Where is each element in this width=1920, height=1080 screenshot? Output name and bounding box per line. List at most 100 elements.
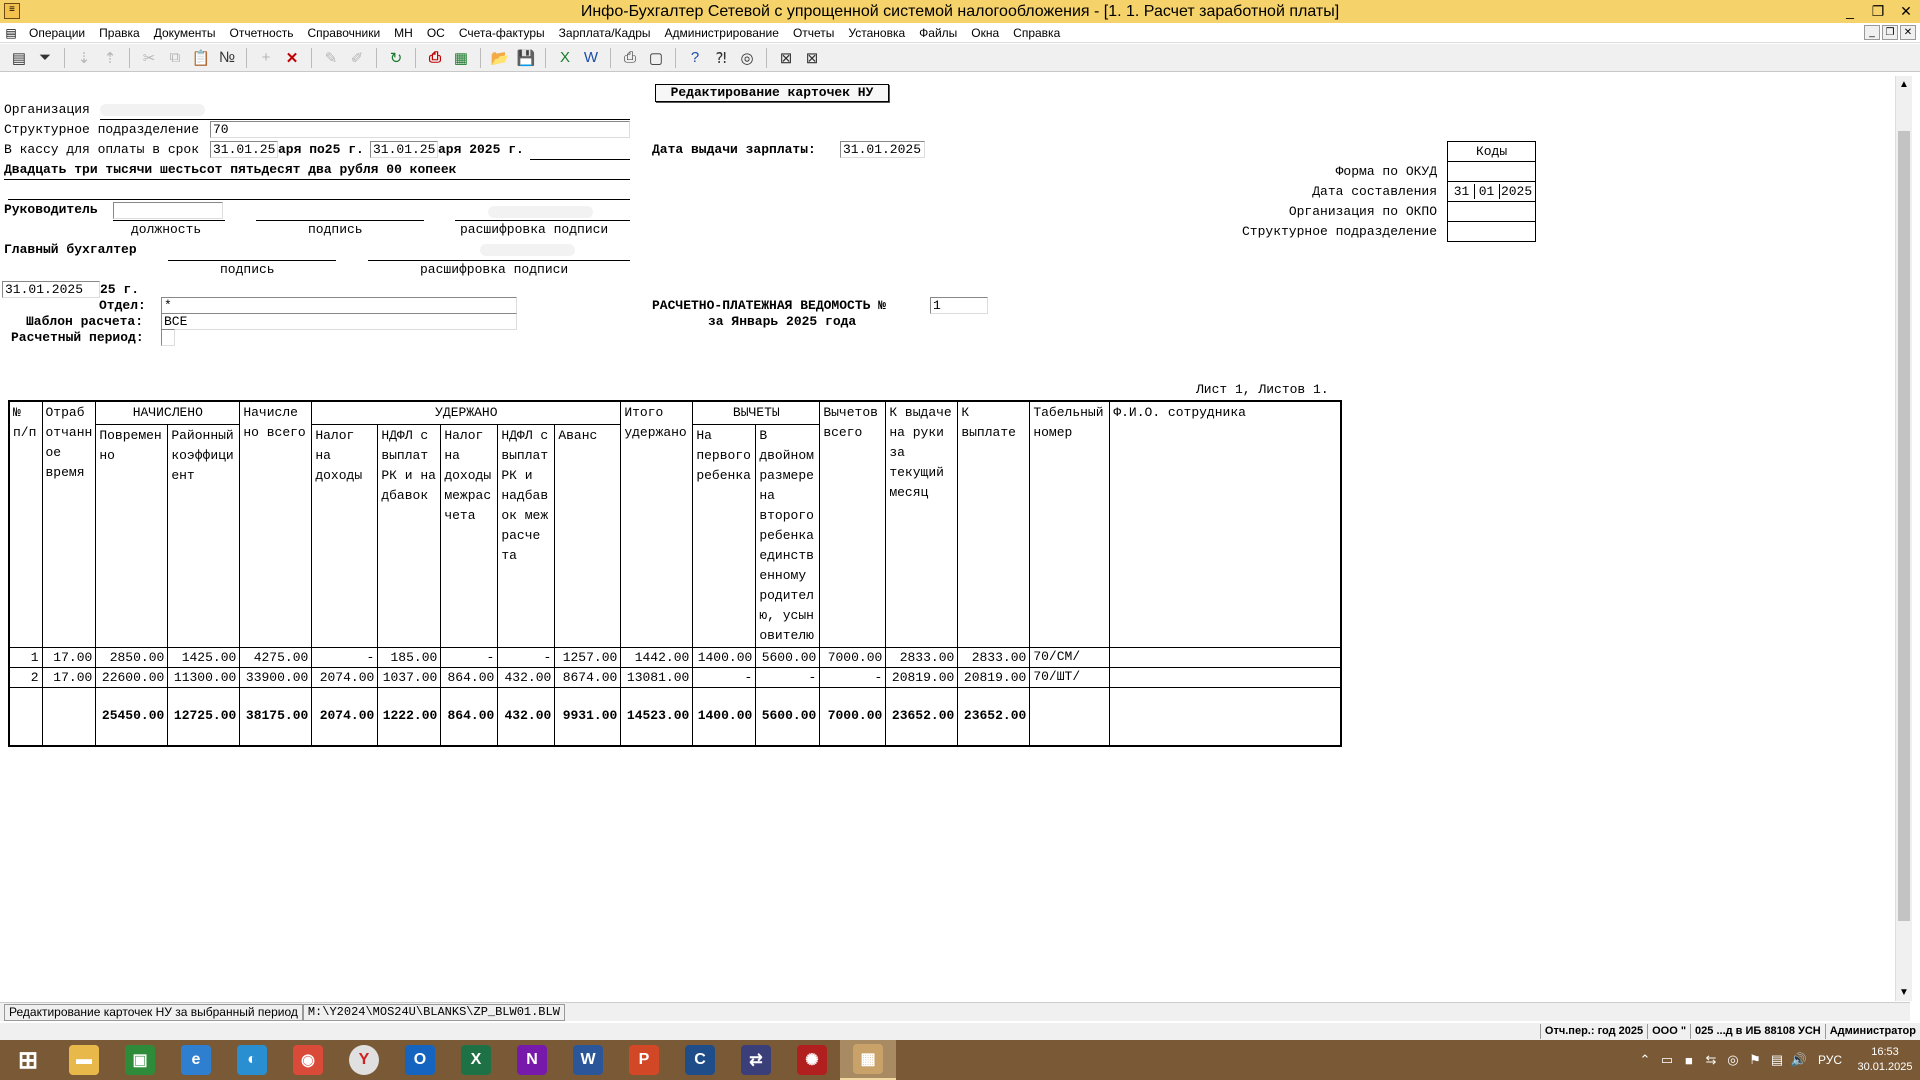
help-icon[interactable]: ?: [682, 46, 708, 70]
windows-start-button[interactable]: ⊞: [0, 1040, 56, 1080]
paste-icon[interactable]: 📋: [188, 46, 214, 70]
doc-restore-icon[interactable]: ❐: [1882, 25, 1898, 40]
delete-icon[interactable]: ✕: [279, 46, 305, 70]
menu-documents[interactable]: Документы: [147, 26, 223, 40]
store-icon: ▣: [125, 1045, 155, 1075]
doc-close-icon[interactable]: ✕: [1900, 25, 1916, 40]
template-field[interactable]: ВСЕ: [161, 313, 517, 330]
powerpoint-button[interactable]: P: [616, 1040, 672, 1080]
copy-icon[interactable]: ⧉: [162, 46, 188, 70]
cut-icon[interactable]: ✂: [136, 46, 162, 70]
sheet-number-field[interactable]: 1: [930, 297, 988, 314]
number-icon[interactable]: №: [214, 46, 240, 70]
menu-help[interactable]: Справка: [1006, 26, 1067, 40]
onenote-button[interactable]: N: [504, 1040, 560, 1080]
cash-from-field[interactable]: 31.01.25: [210, 141, 278, 158]
form-view-icon[interactable]: ▤: [6, 46, 32, 70]
doc-date-field[interactable]: 31.01.2025: [2, 281, 100, 298]
scroll-up-icon[interactable]: ▲: [1896, 76, 1912, 93]
add-icon[interactable]: +: [253, 46, 279, 70]
menu-operations[interactable]: Операции: [22, 26, 92, 40]
period-label: Расчетный период:: [11, 330, 144, 345]
vertical-scrollbar[interactable]: ▲ ▼: [1895, 76, 1912, 1001]
ccleaner-button[interactable]: C: [672, 1040, 728, 1080]
info-accountant-button[interactable]: ▦: [840, 1040, 896, 1080]
sort-asc-icon[interactable]: ⇣: [71, 46, 97, 70]
edit-icon[interactable]: ✎: [318, 46, 344, 70]
menu-payroll[interactable]: Зарплата/Кадры: [552, 26, 658, 40]
dept-field[interactable]: *: [161, 297, 517, 314]
menu-edit[interactable]: Правка: [92, 26, 147, 40]
open-folder-icon[interactable]: 📂: [487, 46, 513, 70]
total-row[interactable]: 25450.00 12725.00 38175.00 2074.00 1222.00 86…: [8, 687, 1342, 746]
menu-windows[interactable]: Окна: [964, 26, 1006, 40]
menu-settings[interactable]: Установка: [841, 26, 912, 40]
flag-icon[interactable]: ⚑: [1744, 1052, 1766, 1068]
file-explorer-button[interactable]: ▬: [56, 1040, 112, 1080]
amount-words: Двадцать три тысячи шестьсот пятьдесят д…: [4, 162, 457, 177]
pdf-icon[interactable]: ⎙: [422, 46, 448, 70]
table-row[interactable]: 1 17.00 2850.00 1425.00 4275.00-185.00- -1257…: [8, 647, 1342, 668]
antivirus-icon: ✺: [797, 1045, 827, 1075]
print-icon[interactable]: ⎙: [617, 46, 643, 70]
edit-all-icon[interactable]: ✐: [344, 46, 370, 70]
outlook-button[interactable]: O: [392, 1040, 448, 1080]
save-icon[interactable]: 💾: [513, 46, 539, 70]
windows-start-icon: ⊞: [13, 1045, 43, 1075]
head-position-field[interactable]: [113, 202, 223, 219]
show-hidden-icons-icon[interactable]: ⌃: [1634, 1052, 1656, 1068]
cash-to-field[interactable]: 31.01.25: [370, 141, 438, 158]
antivirus-button[interactable]: ✺: [784, 1040, 840, 1080]
menu-invoices[interactable]: Счета-фактуры: [452, 26, 552, 40]
volume-icon[interactable]: 🔊: [1788, 1052, 1810, 1068]
yandex-browser-button[interactable]: Y: [336, 1040, 392, 1080]
store-button[interactable]: ▣: [112, 1040, 168, 1080]
header-no: № п/п: [8, 400, 43, 648]
close-all-icon[interactable]: ⊠: [799, 46, 825, 70]
word-app-button[interactable]: W: [560, 1040, 616, 1080]
vpn-button[interactable]: ⇄: [728, 1040, 784, 1080]
refresh-icon[interactable]: ↻: [383, 46, 409, 70]
pay-date-field[interactable]: 31.01.2025: [840, 141, 925, 158]
edge-button[interactable]: ◐: [224, 1040, 280, 1080]
tablet-icon[interactable]: ▭: [1656, 1052, 1678, 1068]
context-help-icon[interactable]: ⁈: [708, 46, 734, 70]
table-row[interactable]: 2 17.00 22600.00 11300.00 33900.00 2074.00 103…: [8, 667, 1342, 688]
codes-header: Коды: [1447, 141, 1537, 162]
scroll-down-icon[interactable]: ▼: [1896, 984, 1912, 1001]
menu-mn[interactable]: МН: [387, 26, 420, 40]
word-icon[interactable]: W: [578, 46, 604, 70]
period-field[interactable]: [161, 329, 175, 346]
network-sync-icon[interactable]: ⇆: [1700, 1052, 1722, 1068]
close-icon[interactable]: ✕: [1892, 0, 1920, 23]
scroll-thumb[interactable]: [1898, 131, 1910, 921]
clock[interactable]: 16:53 30.01.2025: [1850, 1045, 1920, 1075]
menu-files[interactable]: Файлы: [912, 26, 964, 40]
sort-desc-icon[interactable]: ⇡: [97, 46, 123, 70]
close-doc-icon[interactable]: ⊠: [773, 46, 799, 70]
excel-app-button[interactable]: X: [448, 1040, 504, 1080]
doc-minimize-icon[interactable]: _: [1864, 25, 1880, 40]
antivirus-tray-icon[interactable]: ■: [1678, 1053, 1700, 1068]
subdivision-field[interactable]: 70: [210, 121, 630, 138]
preview-icon[interactable]: ▢: [643, 46, 669, 70]
excel-icon[interactable]: X: [552, 46, 578, 70]
document-window-icon[interactable]: ▤: [0, 26, 22, 40]
ledger-icon[interactable]: ≡: [4, 3, 20, 19]
chrome-button[interactable]: ◉: [280, 1040, 336, 1080]
security-icon[interactable]: ◎: [1722, 1052, 1744, 1068]
menu-os[interactable]: ОС: [420, 26, 452, 40]
internet-explorer-button[interactable]: e: [168, 1040, 224, 1080]
language-indicator[interactable]: РУС: [1810, 1053, 1850, 1067]
filter-icon[interactable]: ⏷: [32, 46, 58, 70]
minimize-icon[interactable]: _: [1836, 0, 1864, 23]
calculator-icon[interactable]: ▦: [448, 46, 474, 70]
menu-reports[interactable]: Отчеты: [786, 26, 841, 40]
compass-icon[interactable]: ◎: [734, 46, 760, 70]
menu-reporting[interactable]: Отчетность: [223, 26, 301, 40]
edit-cards-button[interactable]: Редактирование карточек НУ: [655, 84, 889, 102]
menu-administration[interactable]: Администрирование: [658, 26, 786, 40]
input-icon[interactable]: ▤: [1766, 1052, 1788, 1068]
menu-references[interactable]: Справочники: [300, 26, 387, 40]
restore-icon[interactable]: ❐: [1864, 0, 1892, 23]
